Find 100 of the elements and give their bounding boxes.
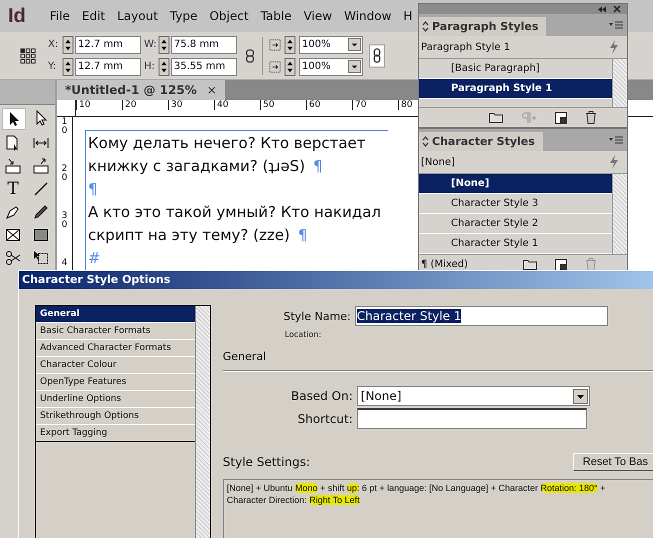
reset-button[interactable]: Reset To Bas	[572, 453, 653, 471]
ruler-label: 10	[62, 117, 68, 138]
category-item[interactable]: Export Tagging	[36, 425, 195, 442]
field-label: X:	[48, 39, 60, 50]
reference-point-icon[interactable]	[20, 48, 36, 64]
shortcut-field[interactable]	[356, 408, 587, 429]
current-style: Paragraph Style 1	[421, 42, 510, 52]
menu-item[interactable]: Type	[164, 9, 204, 23]
ruler-label: 70	[352, 100, 398, 110]
close-icon[interactable]: ×	[206, 83, 217, 97]
style-item[interactable]: [None]	[419, 174, 612, 194]
dialog-title: Character Style Options	[19, 271, 653, 289]
caret-icon[interactable]	[572, 388, 588, 404]
style-item[interactable]: Paragraph Style 1	[419, 79, 612, 99]
field-label: W:	[144, 39, 157, 50]
up-down-icon	[422, 136, 429, 147]
measure-field[interactable]: 75.8 mm	[171, 36, 237, 54]
hidden-character: ¶	[88, 180, 98, 198]
caret-icon[interactable]	[348, 38, 361, 51]
panel-title: Paragraph Styles	[432, 20, 538, 33]
panel-tab[interactable]: Paragraph Styles	[419, 17, 546, 36]
menu-item[interactable]: H	[397, 9, 418, 23]
menu-icon[interactable]	[609, 136, 623, 144]
spinner-icon[interactable]	[158, 58, 170, 76]
menu-icon[interactable]	[609, 21, 623, 29]
ruler-label: 30	[168, 100, 214, 110]
style-item[interactable]: Character Style 1	[419, 234, 612, 254]
settings-label: Style Settings:	[222, 455, 311, 469]
menu-item[interactable]: File	[44, 9, 76, 23]
lightning-icon[interactable]	[609, 155, 619, 169]
hidden-character: ¶	[298, 226, 308, 244]
scrollbar[interactable]	[194, 306, 210, 538]
spinner-icon[interactable]	[284, 36, 296, 54]
scrollbar[interactable]	[612, 59, 627, 107]
scale-dropdown[interactable]: 100%	[299, 36, 363, 54]
chain-link-icon[interactable]	[369, 44, 385, 68]
category-item[interactable]: Character Colour	[36, 357, 195, 374]
spinner-icon[interactable]	[284, 58, 296, 76]
up-down-icon	[422, 21, 429, 32]
panel-tab[interactable]: Character Styles	[419, 132, 543, 151]
lightning-icon[interactable]	[609, 40, 619, 54]
style-settings-text: [None] + Ubuntu Mono + shift up: 6 pt + language: [No Language] + Character Rotation: 180° + Character Direction: Right To Left	[226, 482, 606, 506]
measure-field[interactable]: 12.7 mm	[75, 36, 141, 54]
menu-item[interactable]: Window	[338, 9, 398, 23]
caret-icon[interactable]	[348, 60, 361, 73]
type-tool[interactable]: T	[2, 179, 24, 199]
ruler-label: 20	[122, 100, 168, 110]
app-logo: Id	[7, 4, 27, 28]
ruler-label: 10	[76, 100, 122, 110]
field-label: Style Name:	[282, 310, 351, 322]
arrow-tool-icon[interactable]	[2, 108, 26, 130]
category-item[interactable]: Advanced Character Formats	[36, 340, 195, 357]
current-style: [None]	[421, 156, 455, 168]
folder-icon[interactable]	[489, 112, 503, 123]
section-heading: General	[222, 349, 268, 365]
hidden-character: ¶	[313, 156, 323, 174]
trash-icon[interactable]	[585, 111, 597, 124]
close-icon[interactable]	[613, 5, 621, 13]
style-name-field[interactable]: Character Style 1	[354, 306, 608, 326]
based-on-dropdown[interactable]: [None]	[356, 386, 590, 406]
chain-link-icon[interactable]	[244, 48, 256, 64]
new-style-icon[interactable]	[555, 258, 567, 270]
scale-dropdown[interactable]: 100%	[299, 58, 363, 76]
menu-item[interactable]: Object	[203, 9, 255, 23]
document-text: скрипт на эту тему? (zze)	[88, 226, 290, 244]
ruler-label: 50	[260, 100, 306, 110]
field-label: H:	[144, 61, 156, 72]
menu-item[interactable]: View	[298, 9, 338, 23]
category-item[interactable]: Strikethrough Options	[36, 408, 195, 425]
ruler-label: 60	[306, 100, 352, 110]
hidden-character: #	[88, 248, 101, 266]
style-status: ¶ (Mixed)	[420, 259, 468, 270]
style-item[interactable]: Character Style 3	[419, 194, 612, 214]
menu-item[interactable]: Edit	[76, 9, 112, 23]
ruler-label: 30	[62, 211, 68, 232]
new-style-icon[interactable]	[555, 112, 567, 124]
spinner-icon[interactable]	[62, 58, 74, 76]
panel-title: Character Styles	[432, 135, 535, 148]
scrollbar[interactable]	[612, 174, 627, 254]
menu-item[interactable]: Layout	[111, 9, 164, 23]
style-item[interactable]: Character Style 2	[419, 214, 612, 234]
category-item[interactable]: Underline Options	[36, 391, 195, 408]
ruler-label: 20	[62, 164, 68, 185]
document-text: А кто это такой умный? Кто накидал	[88, 202, 381, 220]
location-label: Location:	[284, 330, 322, 338]
spinner-icon[interactable]	[158, 36, 170, 54]
category-item[interactable]: OpenType Features	[36, 374, 195, 391]
scale-icon	[269, 38, 281, 50]
field-label: Based On:	[290, 389, 354, 403]
spinner-icon[interactable]	[62, 36, 74, 54]
category-item[interactable]: General	[36, 306, 195, 323]
document-tab[interactable]: *Untitled-1 @ 125% ×	[57, 80, 225, 100]
field-label: Y:	[48, 61, 58, 72]
ruler-label: 40	[214, 100, 260, 110]
menu-item[interactable]: Table	[254, 9, 298, 23]
measure-field[interactable]: 35.55 mm	[171, 58, 237, 76]
measure-field[interactable]: 12.7 mm	[75, 58, 141, 76]
document-text: книжку с загадками? (ʇɹəS)	[88, 156, 306, 174]
document-text: Кому делать нечего? Кто верстает	[88, 134, 366, 152]
category-item[interactable]: Basic Character Formats	[36, 323, 195, 340]
